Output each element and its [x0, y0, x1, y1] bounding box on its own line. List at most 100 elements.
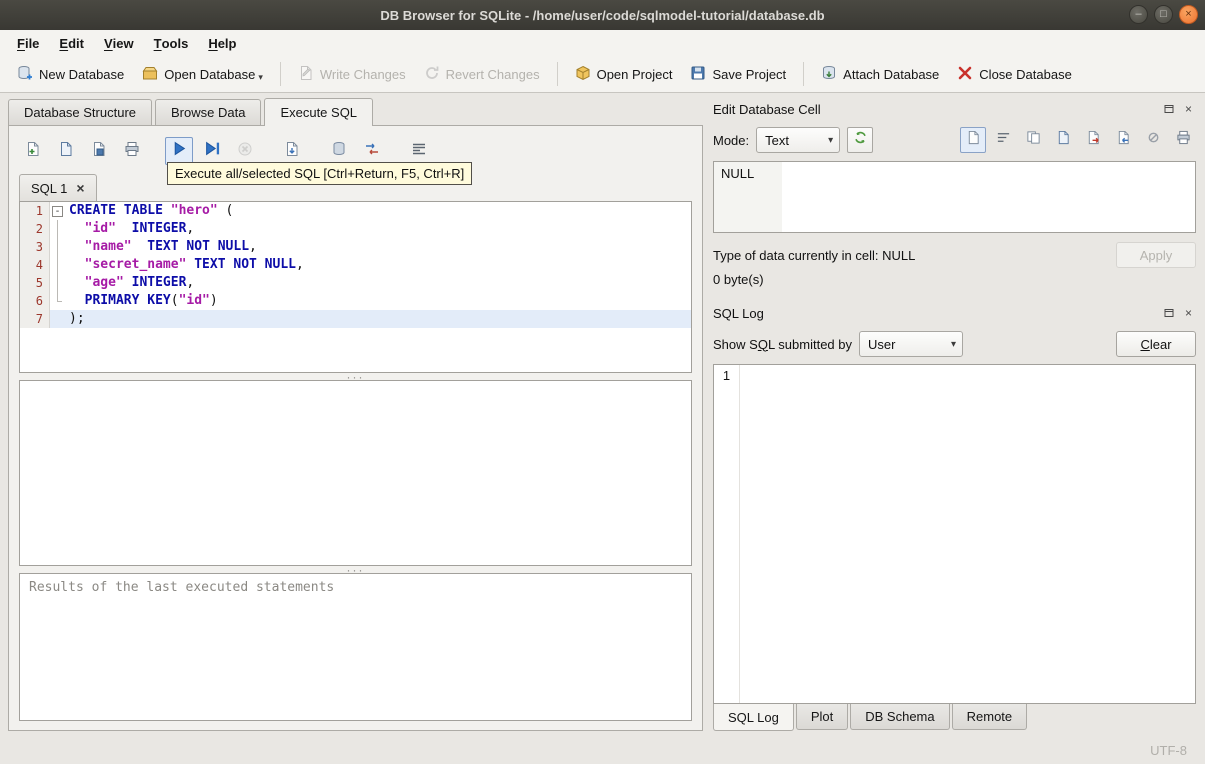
code-text: "age" INTEGER,	[84, 275, 195, 290]
attach-database-button[interactable]: Attach Database	[812, 60, 948, 89]
new-database-icon	[17, 65, 33, 84]
cell-size-label: 0 byte(s)	[713, 272, 764, 287]
sql-log-title: SQL Log	[713, 305, 764, 321]
word-wrap-button[interactable]	[990, 127, 1016, 153]
sql-log-filter-row: Show SQL submitted by User ▾ Clear	[713, 330, 1196, 358]
window-title: DB Browser for SQLite - /home/user/code/…	[380, 7, 825, 23]
execute-line-button[interactable]	[198, 137, 226, 165]
sql-tab-close-icon[interactable]: ×	[76, 181, 84, 195]
titlebar[interactable]: DB Browser for SQLite - /home/user/code/…	[0, 0, 1205, 30]
execute-all-button[interactable]	[165, 137, 193, 165]
right-panel: Edit Database Cell × Mode: Text ▾ NULL T…	[703, 93, 1205, 737]
save-cell-button[interactable]	[1050, 127, 1076, 153]
print-cell-icon	[1176, 130, 1191, 150]
tab-sql-log[interactable]: SQL Log	[713, 704, 794, 731]
write-changes-button: Write Changes	[289, 60, 415, 89]
close-database-icon	[957, 65, 973, 84]
format-lines-icon	[411, 141, 427, 162]
new-database-button[interactable]: New Database	[8, 60, 133, 89]
open-sql-file-button[interactable]	[52, 137, 80, 165]
format-lines-button[interactable]	[405, 137, 433, 165]
menu-item-edit[interactable]: Edit	[49, 30, 94, 56]
print-button[interactable]	[118, 137, 146, 165]
tab-browse-data[interactable]: Browse Data	[155, 99, 262, 125]
cell-editor-gutter: NULL	[714, 162, 782, 232]
tab-execute-sql[interactable]: Execute SQL	[264, 98, 374, 126]
editor-splitter-handle[interactable]: ···	[9, 371, 702, 383]
print-cell-button[interactable]	[1170, 127, 1196, 153]
toolbar-separator	[803, 62, 805, 86]
clear-button[interactable]: Clear	[1116, 331, 1196, 357]
open-database-button[interactable]: Open Database ▾	[133, 60, 272, 89]
save-cell-icon	[1056, 130, 1071, 150]
menu-item-view[interactable]: View	[94, 30, 144, 56]
menu-item-tools[interactable]: Tools	[144, 30, 199, 56]
open-database-icon	[142, 65, 158, 84]
open-database-dropdown-icon[interactable]: ▾	[258, 72, 263, 84]
close-database-label: Close Database	[979, 66, 1072, 82]
set-null-button[interactable]	[1140, 127, 1166, 153]
left-panel: Database Structure Browse Data Execute S…	[0, 93, 703, 737]
import-cell-button[interactable]	[1110, 127, 1136, 153]
menu-item-file[interactable]: File	[7, 30, 49, 56]
results-splitter-handle[interactable]: ···	[9, 564, 702, 576]
sql-file-tab[interactable]: SQL 1 ×	[19, 174, 97, 201]
line-number: 3	[20, 238, 50, 256]
database-export-button[interactable]	[325, 137, 353, 165]
statusbar: UTF-8	[0, 737, 1205, 764]
menu-item-help[interactable]: Help	[198, 30, 246, 56]
tab-db-schema[interactable]: DB Schema	[850, 704, 950, 730]
float-icon[interactable]	[1161, 102, 1176, 117]
copy-cell-button[interactable]	[1020, 127, 1046, 153]
code-text: );	[65, 310, 691, 328]
save-project-button[interactable]: Save Project	[681, 60, 795, 89]
save-sql-file-button[interactable]	[85, 137, 113, 165]
attach-database-label: Attach Database	[843, 66, 940, 82]
code-line: 4 "secret_name" TEXT NOT NULL,	[20, 256, 691, 274]
find-replace-icon	[364, 141, 380, 162]
text-mode-button[interactable]	[960, 127, 986, 153]
encoding-indicator: UTF-8	[1150, 743, 1187, 758]
cell-editor[interactable]: NULL	[713, 161, 1196, 233]
sql-editor[interactable]: 1- CREATE TABLE "hero" (2 "id" INTEGER, 3 …	[19, 201, 692, 373]
database-export-icon	[331, 141, 347, 162]
export-cell-button[interactable]	[1080, 127, 1106, 153]
code-line: 2 "id" INTEGER,	[20, 220, 691, 238]
code-line: 1- CREATE TABLE "hero" (	[20, 202, 691, 220]
edit-cell-dock-header: Edit Database Cell ×	[713, 99, 1196, 119]
main-toolbar: New Database Open Database ▾ Write Chang…	[0, 56, 1205, 93]
print-icon	[124, 141, 140, 162]
cell-info-row: Type of data currently in cell: NULL App…	[713, 242, 1196, 268]
open-project-button[interactable]: Open Project	[566, 60, 682, 89]
code-line: 5 "age" INTEGER,	[20, 274, 691, 292]
close-database-button[interactable]: Close Database	[948, 60, 1081, 89]
code-text: "id" INTEGER,	[84, 221, 195, 236]
tab-remote[interactable]: Remote	[951, 704, 1028, 730]
float-icon[interactable]	[1161, 306, 1176, 321]
code-text: PRIMARY KEY("id")	[84, 293, 218, 308]
tab-plot[interactable]: Plot	[795, 704, 849, 730]
minimize-icon[interactable]: –	[1129, 5, 1148, 24]
results-message-area[interactable]: Results of the last executed statements	[19, 573, 692, 721]
close-icon[interactable]: ×	[1179, 5, 1198, 24]
save-project-icon	[690, 65, 706, 84]
cell-toolbar	[960, 127, 1196, 153]
tab-database-structure[interactable]: Database Structure	[8, 99, 153, 125]
save-results-button[interactable]	[278, 137, 306, 165]
log-filter-select[interactable]: User ▾	[859, 331, 963, 357]
dock-close-icon[interactable]: ×	[1181, 306, 1196, 321]
code-text: "name" TEXT NOT NULL,	[84, 239, 257, 254]
mode-select[interactable]: Text ▾	[756, 127, 841, 153]
new-sql-tab-button[interactable]	[19, 137, 47, 165]
find-replace-button[interactable]	[358, 137, 386, 165]
dock-close-icon[interactable]: ×	[1181, 102, 1196, 117]
fold-collapse-icon[interactable]: -	[52, 205, 63, 217]
sql-file-tab-label: SQL 1	[31, 180, 68, 196]
auto-detect-mode-button[interactable]	[847, 127, 874, 153]
cell-type-label: Type of data currently in cell: NULL	[713, 247, 916, 263]
mode-label: Mode:	[713, 132, 750, 148]
stop-button	[231, 137, 259, 165]
results-grid[interactable]	[19, 380, 692, 566]
sql-log-view[interactable]: 1	[713, 364, 1196, 704]
maximize-icon[interactable]: □	[1154, 5, 1173, 24]
